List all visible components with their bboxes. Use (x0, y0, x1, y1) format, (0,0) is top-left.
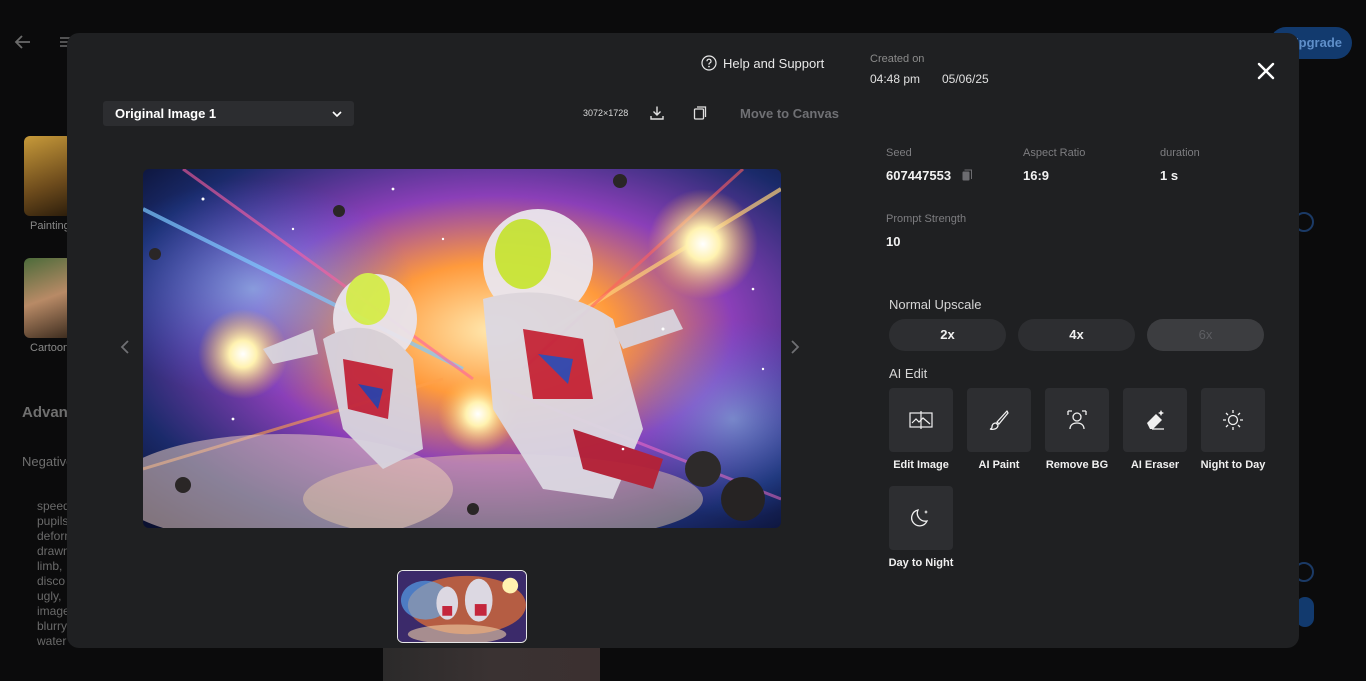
copy-icon[interactable] (692, 105, 708, 121)
ai-eraser-label: AI Eraser (1130, 459, 1180, 471)
night-to-day-label: Night to Day (1200, 459, 1266, 471)
image-details-modal: Help and Support Created on 04:48 pm 05/… (67, 33, 1299, 648)
negative-prompt-label: Negative (22, 454, 74, 469)
aspect-ratio-label: Aspect Ratio (1023, 147, 1086, 159)
ai-edit-heading: AI Edit (889, 366, 928, 381)
eraser-icon (1147, 410, 1164, 430)
image-version-label: Original Image 1 (115, 106, 217, 121)
generated-image[interactable] (143, 169, 781, 528)
previous-image-chevron-icon[interactable] (119, 339, 131, 355)
upscale-4x-button[interactable]: 4x (1018, 319, 1135, 351)
help-and-support-link[interactable]: Help and Support (701, 55, 824, 71)
remove-bg-tool-tile[interactable] (1045, 388, 1109, 452)
ai-paint-tool-tile[interactable] (967, 388, 1031, 452)
aspect-ratio-value: 16:9 (1023, 168, 1050, 183)
back-arrow-icon[interactable] (14, 33, 32, 51)
day-to-night-tool-tile[interactable] (889, 486, 953, 550)
image-dimensions: 3072×1728 (583, 108, 629, 118)
image-thumbnail[interactable] (397, 570, 527, 643)
created-date: 05/06/25 (942, 72, 989, 86)
day-to-night-label: Day to Night (888, 557, 954, 569)
style-label-cartoon: Cartoon (30, 342, 70, 354)
upscale-2x-button[interactable]: 2x (889, 319, 1006, 351)
download-icon[interactable] (649, 105, 665, 121)
help-icon (701, 55, 717, 71)
edit-image-icon (909, 411, 933, 429)
duration-value: 1 s (1160, 168, 1179, 183)
night-to-day-tool[interactable]: Night to Day (1201, 388, 1265, 471)
day-to-night-tool[interactable]: Day to Night (889, 486, 953, 569)
negative-prompt-text[interactable]: speed pupils deform drawn limb, disco ug… (37, 499, 74, 649)
next-image-chevron-icon[interactable] (789, 339, 801, 355)
prompt-strength-value: 10 (886, 234, 901, 249)
seed-value: 607447553 (886, 168, 952, 183)
normal-upscale-heading: Normal Upscale (889, 297, 982, 312)
seed-label: Seed (886, 147, 912, 159)
image-version-select[interactable]: Original Image 1 (103, 101, 354, 126)
ai-paint-tool[interactable]: AI Paint (967, 388, 1031, 471)
sun-icon (1223, 410, 1243, 430)
remove-bg-tool[interactable]: Remove BG (1045, 388, 1109, 471)
ai-eraser-tool[interactable]: AI Eraser (1123, 388, 1187, 471)
style-thumbnail-painting[interactable] (24, 136, 72, 216)
copy-seed-icon[interactable] (962, 169, 972, 181)
brush-icon (989, 410, 1009, 431)
night-to-day-tool-tile[interactable] (1201, 388, 1265, 452)
remove-bg-icon (1067, 410, 1087, 430)
style-label-painting: Painting (30, 220, 70, 232)
duration-label: duration (1160, 147, 1200, 159)
edit-image-tool-tile[interactable] (889, 388, 953, 452)
chevron-down-icon (332, 110, 342, 117)
created-time: 04:48 pm (870, 72, 921, 86)
move-to-canvas-button[interactable]: Move to Canvas (740, 106, 839, 121)
upscale-6x-button: 6x (1147, 319, 1264, 351)
ai-paint-label: AI Paint (978, 459, 1020, 471)
style-thumbnail-cartoon[interactable] (24, 258, 72, 338)
background-gallery-image[interactable] (383, 644, 600, 681)
remove-bg-label: Remove BG (1045, 459, 1109, 471)
close-icon[interactable] (1257, 62, 1275, 80)
moon-icon (911, 509, 929, 527)
ai-eraser-tool-tile[interactable] (1123, 388, 1187, 452)
prompt-strength-label: Prompt Strength (886, 213, 967, 225)
created-on-label: Created on (870, 53, 925, 65)
edit-image-tool[interactable]: Edit Image (889, 388, 953, 471)
edit-image-label: Edit Image (893, 459, 949, 471)
help-label: Help and Support (723, 55, 825, 71)
